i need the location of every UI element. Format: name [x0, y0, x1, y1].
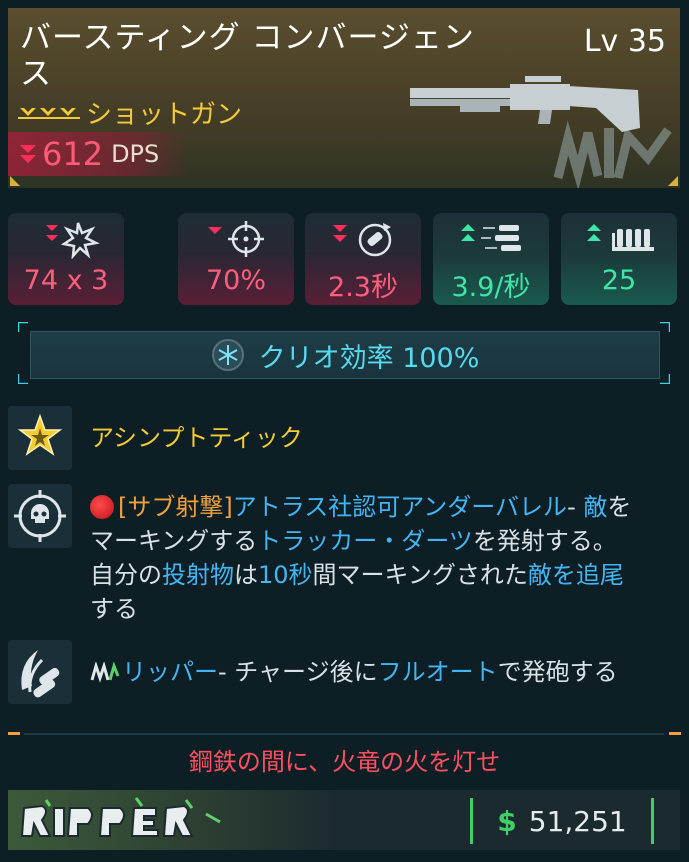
corner-mark-left [10, 176, 20, 186]
weapon-card: バースティング コンバージェンス Lv 35 ショットガン 612 DPS 74… [0, 0, 689, 862]
perk-1-title: アシンプトティック [90, 424, 303, 452]
reload-icon [333, 223, 392, 257]
stat-damage: 74 x 3 [8, 213, 124, 305]
star-badge-icon [17, 413, 63, 456]
stat-damage-value: 74 x 3 [23, 265, 109, 296]
fire-rate-icon [461, 224, 521, 251]
perk-2-description: [サブ射撃]アトラス社認可アンダーバレル- 敵をマーキングするトラッカー・ダーツ… [90, 490, 670, 626]
ripper-brand-logo [20, 797, 221, 837]
perk-2-seg-11: 10秒 [258, 561, 313, 589]
stat-magazine-value: 25 [601, 265, 637, 296]
corner-mark-right [668, 176, 678, 186]
price-value: 51,251 [528, 804, 627, 838]
divider-corner-left [8, 732, 20, 735]
perk-2-seg-2: - [567, 493, 584, 521]
perk-2-seg-3: 敵 [583, 493, 608, 521]
perk-2-seg-0: [サブ射撃] [118, 493, 233, 521]
cryo-efficiency-label: クリオ効率 100% [258, 342, 480, 374]
perk-3-seg-2: フルオート [377, 658, 498, 686]
stat-fire-rate-value: 3.9/秒 [451, 272, 531, 303]
snowflake-icon [211, 339, 244, 371]
footer-bar: $ 51,251 [8, 790, 680, 850]
blade-bullet-icon [21, 650, 60, 698]
stat-accuracy: 70% [178, 213, 294, 305]
cryo-efficiency-bar: クリオ効率 100% [30, 331, 660, 379]
perk-2-seg-7: を発射する。 [472, 527, 617, 555]
price-box: $ 51,251 [470, 798, 654, 844]
shotgun-icon [410, 76, 640, 132]
perk-2-seg-14: する [90, 595, 138, 623]
perk-3-seg-3: で発砲する [497, 658, 618, 686]
perk-2-seg-9: 投射物 [162, 561, 234, 589]
perk-2-seg-10: は [234, 561, 258, 589]
perk-2-seg-12: 間マーキングされた [312, 561, 528, 589]
magazine-icon [587, 224, 654, 251]
skull-target-icon [14, 490, 66, 542]
flavor-divider [24, 733, 664, 735]
perk-2-seg-4: を [607, 493, 632, 521]
flavor-text: 鋼鉄の間に、火竜の火を灯せ [188, 748, 501, 776]
perk-1-icon-box [8, 406, 72, 470]
perk-3-description: リッパー- チャージ後にフルオートで発砲する [90, 655, 618, 689]
perk-2-seg-13: 敵を追尾 [527, 561, 624, 589]
perk-3-icon-box [8, 640, 72, 704]
stat-fire-rate: 3.9/秒 [433, 213, 549, 305]
crosshair-icon [208, 221, 264, 257]
damage-burst-icon [46, 222, 100, 259]
double-down-arrow-icon [20, 145, 36, 163]
stat-accuracy-value: 70% [205, 265, 266, 296]
divider-corner-right [669, 732, 681, 735]
perk-2-icon-box [8, 484, 72, 548]
perk-2-seg-5: マーキングする [90, 527, 258, 555]
perk-2-seg-6: トラッカー・ダーツ [257, 527, 473, 555]
dps-value: 612 [42, 135, 104, 173]
perk-2-seg-1: アトラス社認可アンダーバレル [232, 493, 568, 521]
legendary-rarity-icon [18, 107, 80, 119]
dps-unit: DPS [111, 140, 160, 168]
dps-row: 612 DPS [8, 132, 188, 176]
ripper-logo-icon [90, 662, 120, 683]
weapon-level: Lv 35 [583, 24, 666, 59]
dollar-icon: $ [497, 804, 517, 838]
perk-3-seg-0: リッパー [122, 658, 218, 686]
weapon-header: バースティング コンバージェンス Lv 35 ショットガン 612 DPS [8, 8, 680, 188]
perk-2-seg-8: 自分の [90, 561, 162, 589]
weapon-type: ショットガン [86, 100, 243, 130]
weapon-type-row: ショットガン [18, 94, 242, 131]
stat-reload: 2.3秒 [305, 213, 421, 305]
stat-reload-value: 2.3秒 [328, 272, 398, 303]
red-orb-icon [90, 495, 114, 519]
stat-magazine: 25 [561, 213, 677, 305]
perk-3-seg-1: - チャージ後に [218, 658, 378, 686]
